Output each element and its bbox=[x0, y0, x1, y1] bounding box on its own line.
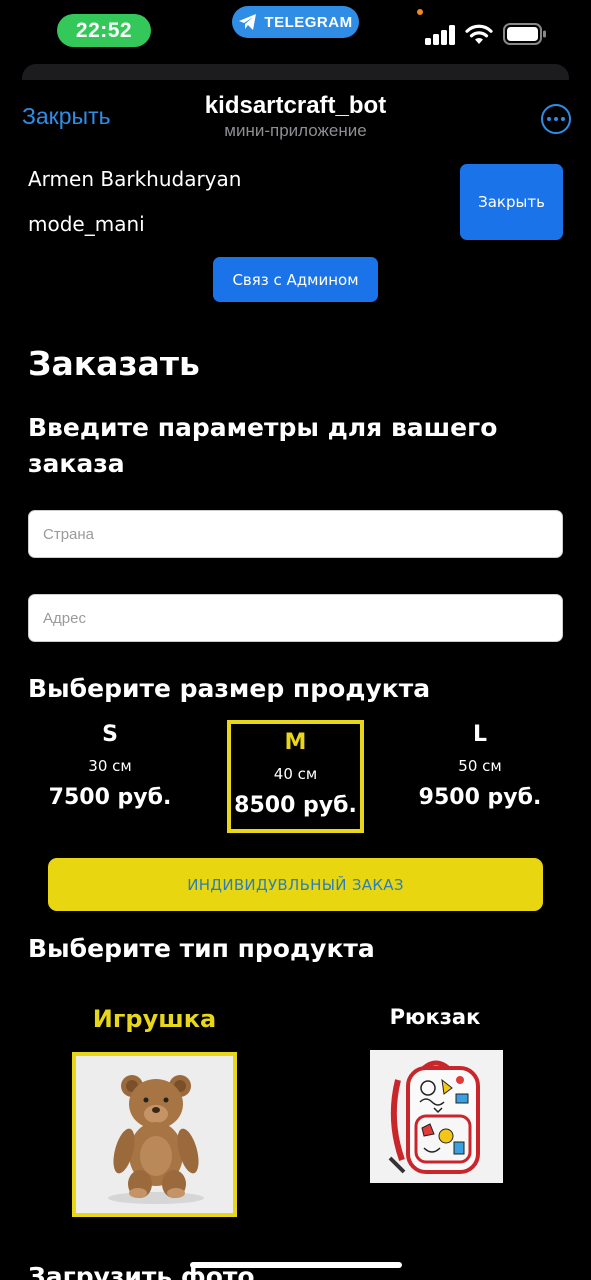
size-letter: L bbox=[472, 722, 488, 747]
bot-title: kidsartcraft_bot bbox=[204, 92, 387, 119]
size-letter: M bbox=[284, 730, 307, 755]
telegram-pill-label: TELEGRAM bbox=[264, 13, 353, 31]
size-price: 7500 руб. bbox=[48, 785, 172, 810]
type-toy-label[interactable]: Игрушка bbox=[72, 1005, 237, 1033]
size-dimension: 40 см bbox=[273, 765, 318, 783]
size-option-l[interactable]: L 50 см 9500 руб. bbox=[410, 722, 550, 810]
size-price: 8500 руб. bbox=[234, 793, 357, 818]
size-letter: S bbox=[102, 722, 118, 747]
country-input[interactable] bbox=[28, 510, 563, 558]
more-icon[interactable] bbox=[541, 104, 571, 134]
user-name: Armen Barkhudaryan bbox=[28, 167, 242, 191]
page-title: Заказать bbox=[28, 344, 200, 383]
size-option-m[interactable]: M 40 см 8500 руб. bbox=[227, 720, 364, 833]
size-heading: Выберите размер продукта bbox=[28, 674, 431, 703]
size-dimension: 50 см bbox=[458, 757, 502, 775]
telegram-icon bbox=[239, 14, 257, 30]
teddy-bear-image[interactable] bbox=[72, 1052, 237, 1217]
home-indicator bbox=[190, 1262, 402, 1268]
size-dimension: 30 см bbox=[88, 757, 132, 775]
bot-subtitle: мини-приложение bbox=[224, 121, 367, 140]
signal-icon bbox=[425, 25, 457, 45]
status-bar: 22:52 TELEGRAM bbox=[0, 0, 591, 62]
size-price: 9500 руб. bbox=[418, 785, 542, 810]
type-heading: Выберите тип продукта bbox=[28, 934, 375, 963]
wifi-icon bbox=[465, 24, 493, 44]
contact-admin-button[interactable]: Связ с Админом bbox=[213, 257, 378, 302]
type-backpack-label[interactable]: Рюкзак bbox=[360, 1005, 510, 1029]
header-close-button[interactable]: Закрыть bbox=[22, 103, 111, 130]
status-time: 22:52 bbox=[57, 14, 151, 47]
user-login: mode_mani bbox=[28, 212, 145, 236]
privacy-indicator bbox=[417, 9, 423, 15]
custom-order-button[interactable]: ИНДИВИДУВЛЬНЫЙ ЗАКАЗ bbox=[48, 858, 543, 911]
battery-icon bbox=[503, 23, 546, 45]
close-button[interactable]: Закрыть bbox=[460, 164, 563, 240]
params-heading: Введите параметры для вашего заказа bbox=[28, 413, 498, 478]
telegram-pill[interactable]: TELEGRAM bbox=[232, 6, 359, 38]
size-option-s[interactable]: S 30 см 7500 руб. bbox=[40, 722, 180, 810]
backpack-image[interactable] bbox=[370, 1050, 503, 1183]
address-input[interactable] bbox=[28, 594, 563, 642]
